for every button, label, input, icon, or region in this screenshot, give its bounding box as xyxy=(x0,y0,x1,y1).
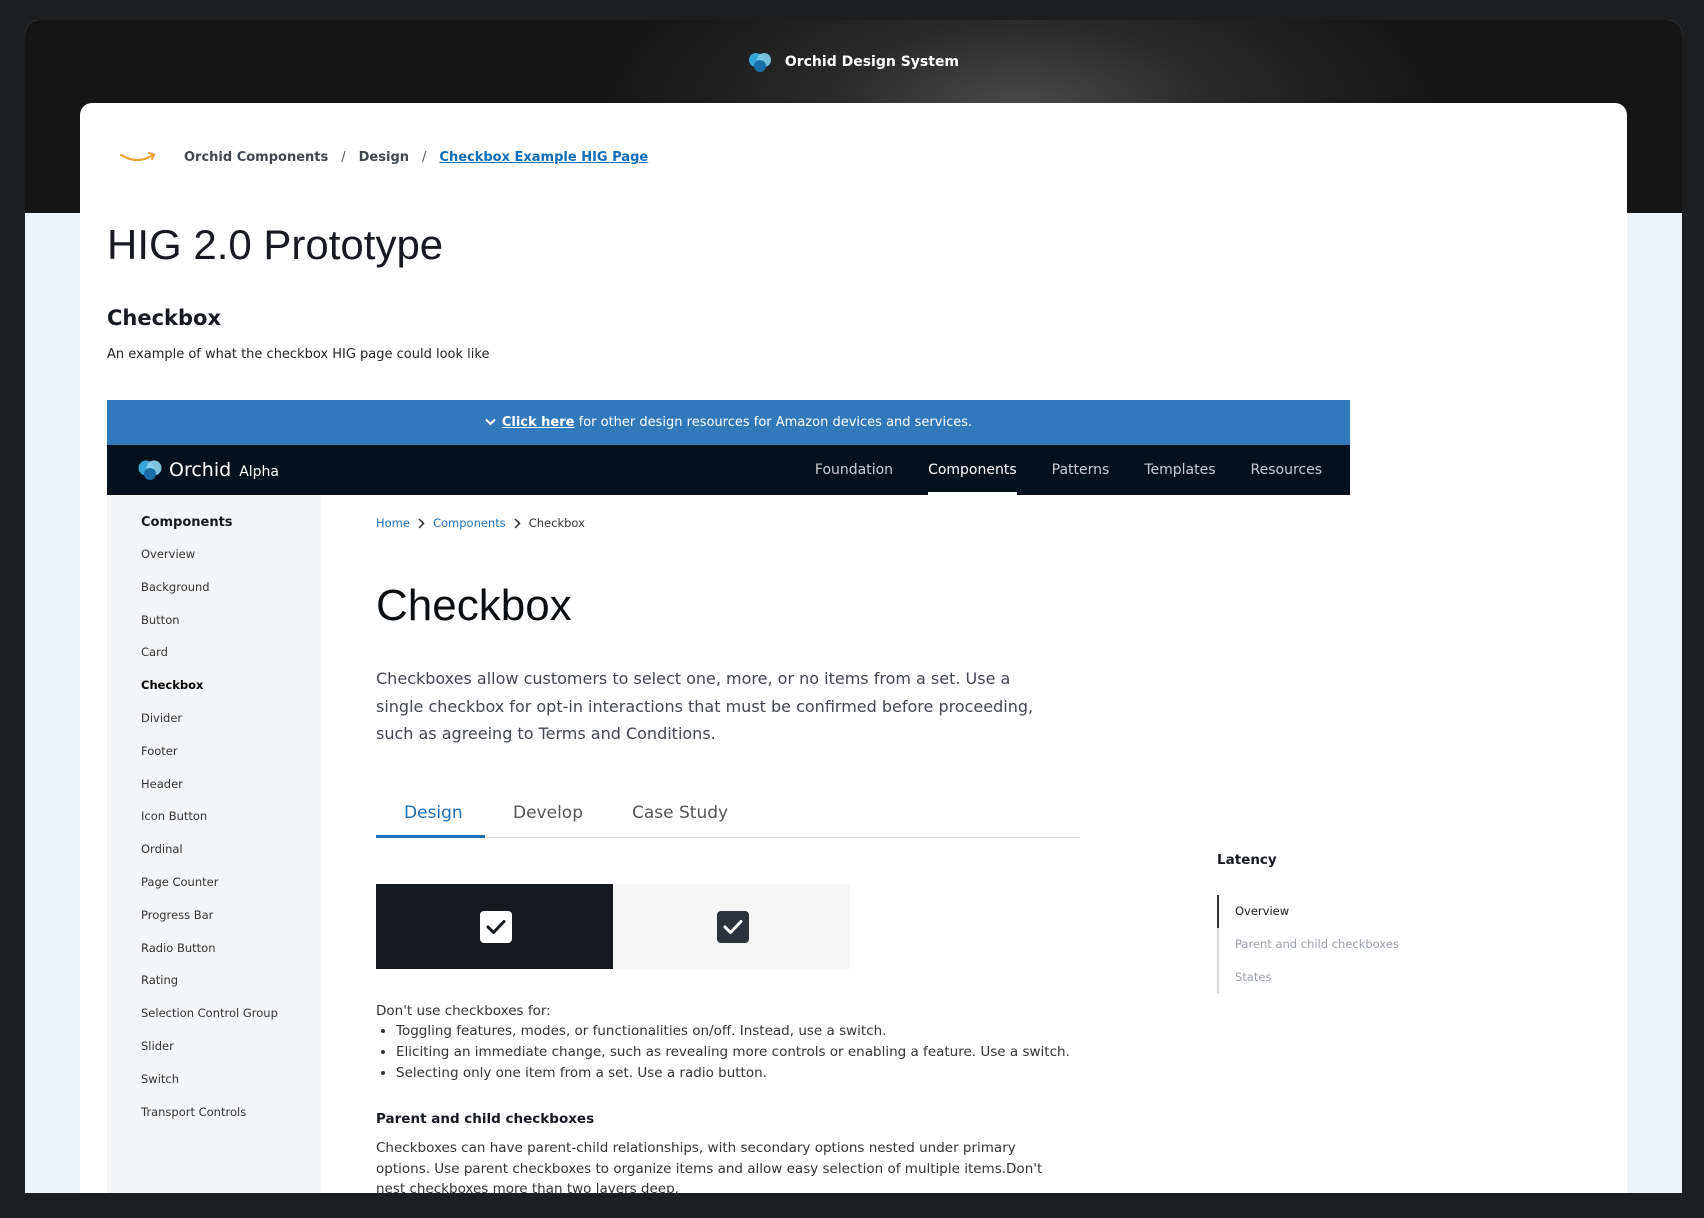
sidebar-item-selection-control-group[interactable]: Selection Control Group xyxy=(141,1006,278,1039)
sidebar-item-rating[interactable]: Rating xyxy=(141,973,278,1006)
toc-item-states[interactable]: States xyxy=(1235,970,1399,1003)
sidebar-item-card[interactable]: Card xyxy=(141,645,278,678)
section-title: Checkbox xyxy=(107,306,222,330)
breadcrumb-separator: / xyxy=(341,149,346,165)
parent-child-text: Checkboxes can have parent-child relatio… xyxy=(376,1140,1043,1193)
sidebar-title: Components xyxy=(141,515,233,530)
tab-develop[interactable]: Develop xyxy=(513,803,583,823)
embedded-prototype: Click here for other design resources fo… xyxy=(107,400,1399,1193)
checkbox-demo-light xyxy=(613,884,850,969)
breadcrumb-separator: / xyxy=(422,149,427,165)
main-content: Home Components Checkbox Checkbox Checkb… xyxy=(376,495,1276,1193)
breadcrumb-item[interactable]: Design xyxy=(359,150,409,165)
toc-item-overview[interactable]: Overview xyxy=(1235,904,1399,937)
chevron-right-icon xyxy=(418,517,425,529)
checkmark-icon xyxy=(486,920,506,934)
dont-use-title: Don't use checkboxes for: xyxy=(376,1003,551,1019)
tab-case-study[interactable]: Case Study xyxy=(632,803,728,823)
nav-links: Foundation Components Patterns Templates… xyxy=(780,445,1322,495)
orchid-logo-name: Orchid xyxy=(169,459,232,481)
sidebar-item-ordinal[interactable]: Ordinal xyxy=(141,842,278,875)
toc-list: Overview Parent and child checkboxes Sta… xyxy=(1235,904,1399,1003)
app-window: Orchid Design System Orchid Components /… xyxy=(25,20,1682,1193)
content-breadcrumb: Home Components Checkbox xyxy=(376,516,585,530)
checkbox-demo-dark xyxy=(376,884,613,969)
breadcrumb-current-link[interactable]: Checkbox Example HIG Page xyxy=(439,150,648,165)
sidebar-item-radio-button[interactable]: Radio Button xyxy=(141,941,278,974)
orchid-nav: Orchid Alpha Foundation Components Patte… xyxy=(107,445,1350,495)
sidebar-item-page-counter[interactable]: Page Counter xyxy=(141,875,278,908)
sidebar-item-slider[interactable]: Slider xyxy=(141,1039,278,1072)
sidebar-item-switch[interactable]: Switch xyxy=(141,1072,278,1105)
orchid-home-link[interactable]: Orchid Alpha xyxy=(137,458,279,482)
list-item: Selecting only one item from a set. Use … xyxy=(396,1063,1070,1084)
dont-use-list: Toggling features, modes, or functionali… xyxy=(376,1021,1070,1084)
sidebar-item-transport-controls[interactable]: Transport Controls xyxy=(141,1105,278,1138)
chevron-right-icon xyxy=(514,517,521,529)
nav-link-foundation[interactable]: Foundation xyxy=(815,445,893,495)
resources-banner: Click here for other design resources fo… xyxy=(107,400,1350,445)
sidebar-item-divider[interactable]: Divider xyxy=(141,711,278,744)
amazon-smile-icon[interactable] xyxy=(118,147,158,167)
page-lead: An example of what the checkbox HIG page… xyxy=(107,347,490,362)
list-item: Toggling features, modes, or functionali… xyxy=(396,1021,1070,1042)
nav-link-patterns[interactable]: Patterns xyxy=(1052,445,1110,495)
toc-item-parent-child[interactable]: Parent and child checkboxes xyxy=(1235,937,1399,970)
sidebar: Components Overview Background Button Ca… xyxy=(107,495,321,1193)
sidebar-item-header[interactable]: Header xyxy=(141,777,278,810)
checkbox-checked-light[interactable] xyxy=(480,911,512,943)
sidebar-item-button[interactable]: Button xyxy=(141,613,278,646)
chevron-down-icon xyxy=(485,418,496,426)
breadcrumb: Orchid Components / Design / Checkbox Ex… xyxy=(118,147,648,167)
orchid-logo-icon xyxy=(748,53,771,72)
brand[interactable]: Orchid Design System xyxy=(25,50,1682,74)
sidebar-item-background[interactable]: Background xyxy=(141,580,278,613)
nav-link-components[interactable]: Components xyxy=(928,445,1017,495)
content-heading: Checkbox xyxy=(376,581,572,630)
content-description: Checkboxes allow customers to select one… xyxy=(376,669,1034,743)
banner-link[interactable]: Click here xyxy=(502,415,575,430)
breadcrumb-item[interactable]: Orchid Components xyxy=(184,150,328,165)
sidebar-item-progress-bar[interactable]: Progress Bar xyxy=(141,908,278,941)
sidebar-item-footer[interactable]: Footer xyxy=(141,744,278,777)
sidebar-item-icon-button[interactable]: Icon Button xyxy=(141,809,278,842)
toc-title: Latency xyxy=(1217,852,1277,868)
content-breadcrumb-components[interactable]: Components xyxy=(433,516,506,530)
page-title: HIG 2.0 Prototype xyxy=(107,221,444,268)
toc-rail-active xyxy=(1217,895,1219,928)
orchid-logo-icon xyxy=(138,460,162,480)
parent-child-heading: Parent and child checkboxes xyxy=(376,1111,595,1127)
active-tab-indicator xyxy=(376,835,485,838)
orchid-logo-tag: Alpha xyxy=(239,464,279,480)
sidebar-item-checkbox[interactable]: Checkbox xyxy=(141,678,278,711)
sidebar-item-overview[interactable]: Overview xyxy=(141,547,278,580)
content-card: Orchid Components / Design / Checkbox Ex… xyxy=(80,103,1627,1193)
content-breadcrumb-current: Checkbox xyxy=(528,516,585,530)
nav-link-templates[interactable]: Templates xyxy=(1144,445,1215,495)
sidebar-list: Overview Background Button Card Checkbox… xyxy=(141,547,278,1137)
content-breadcrumb-home[interactable]: Home xyxy=(376,516,410,530)
tab-design[interactable]: Design xyxy=(404,803,463,823)
content-tabs: Design Develop Case Study xyxy=(376,795,1080,838)
checkmark-icon xyxy=(723,920,743,934)
list-item: Eliciting an immediate change, such as r… xyxy=(396,1042,1070,1063)
checkbox-checked-dark[interactable] xyxy=(717,911,749,943)
nav-link-resources[interactable]: Resources xyxy=(1251,445,1323,495)
banner-text: for other design resources for Amazon de… xyxy=(574,415,973,430)
table-of-contents: Latency Overview Parent and child checkb… xyxy=(1217,852,1417,993)
brand-title: Orchid Design System xyxy=(784,54,960,70)
